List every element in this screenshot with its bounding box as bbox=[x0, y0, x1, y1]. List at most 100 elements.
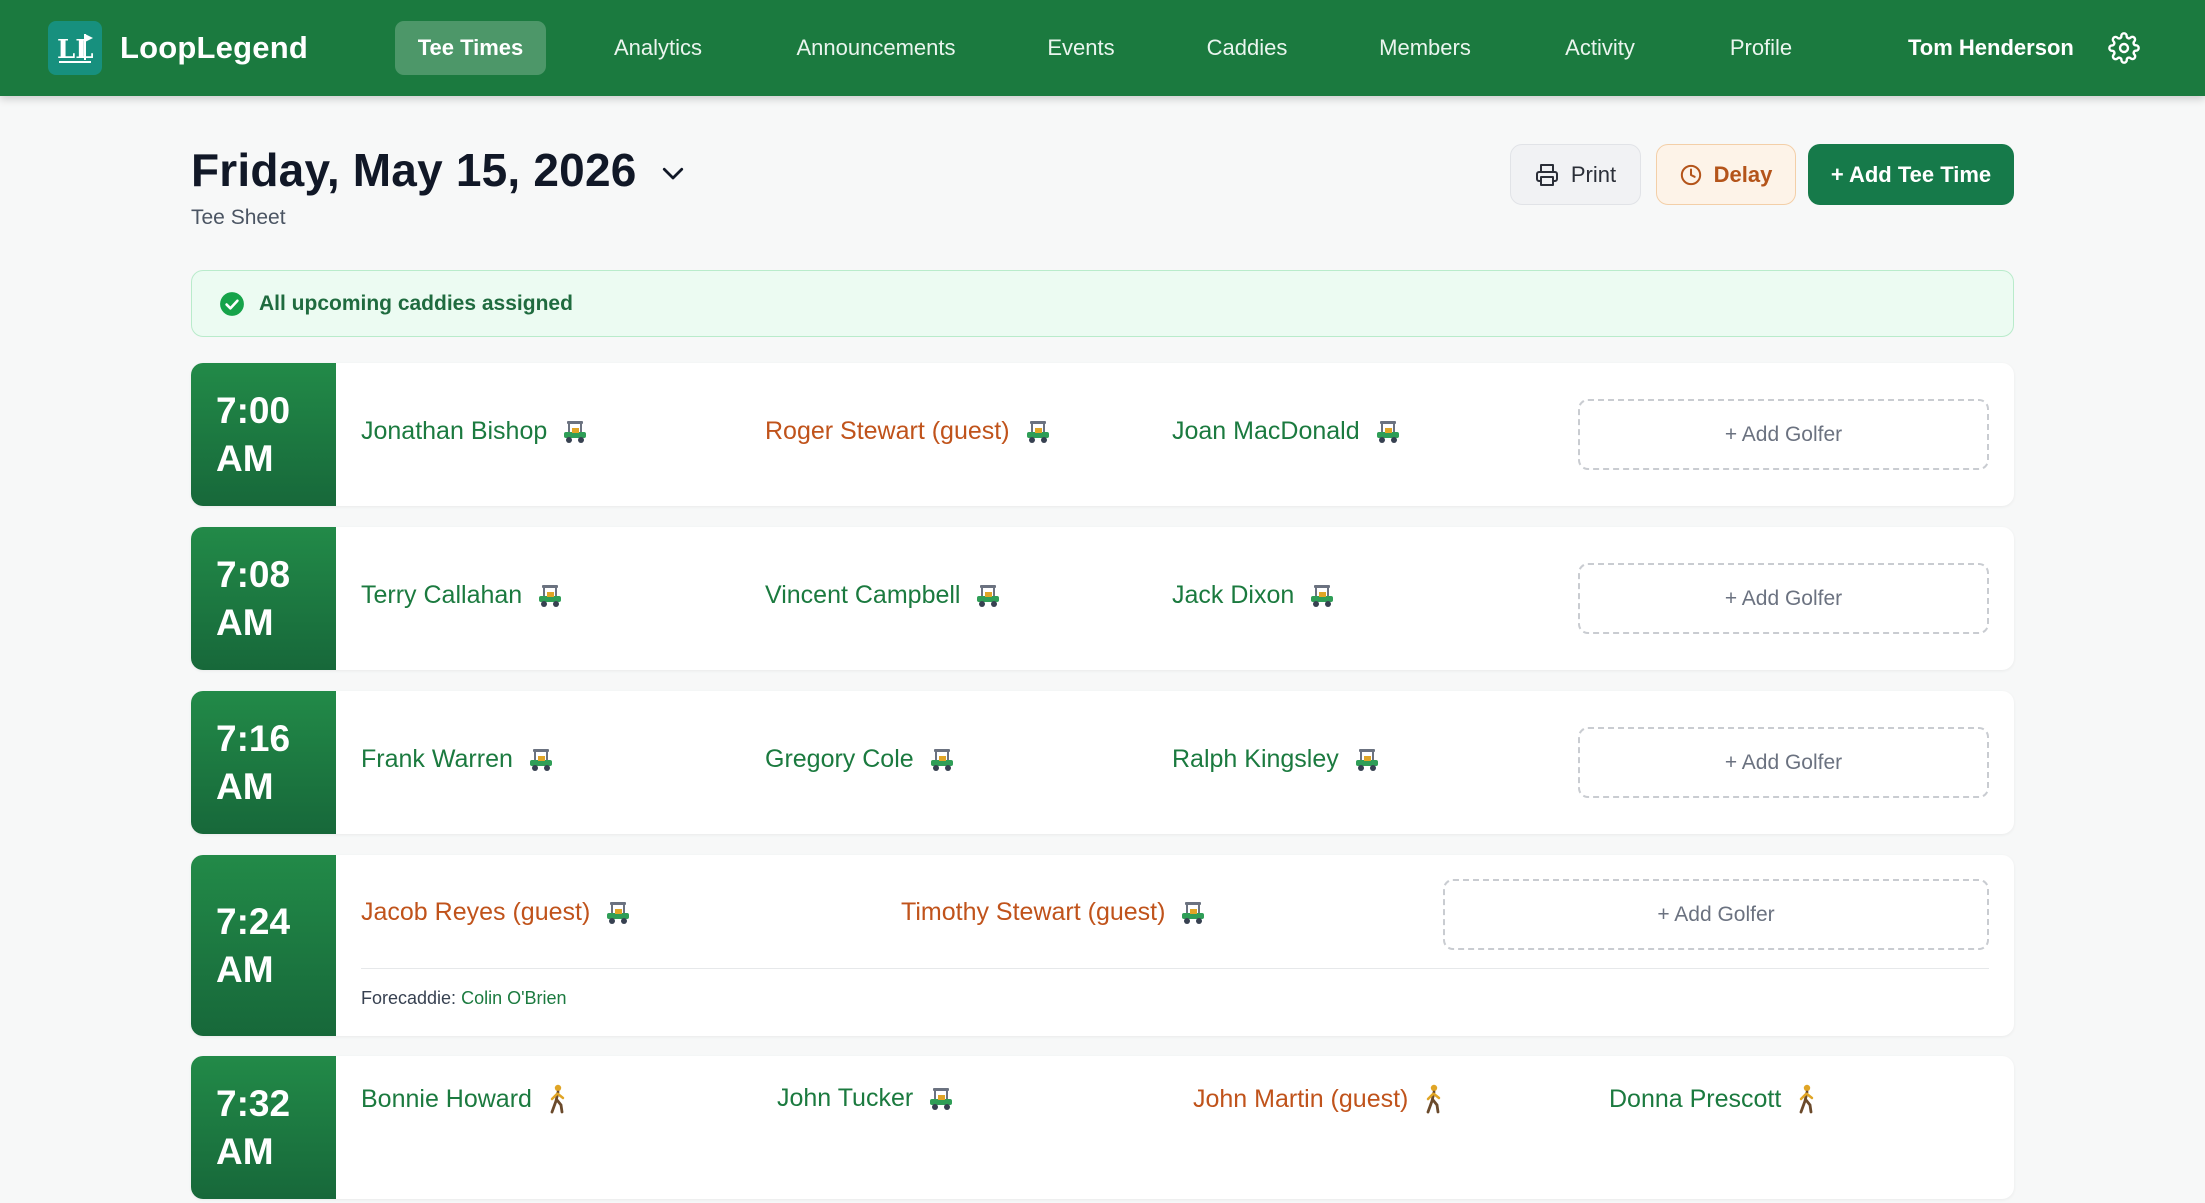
delay-label: Delay bbox=[1713, 161, 1773, 187]
banner-text: All upcoming caddies assigned bbox=[259, 291, 573, 315]
nav-profile[interactable]: Profile bbox=[1718, 21, 1804, 75]
golfer-entry[interactable]: Roger Stewart (guest) bbox=[765, 417, 1052, 446]
printer-icon bbox=[1535, 163, 1558, 186]
walking-icon bbox=[546, 1084, 570, 1114]
golfer-entry[interactable]: Frank Warren bbox=[361, 745, 555, 774]
golfer-name: Joan MacDonald bbox=[1172, 417, 1360, 445]
golfer-entry[interactable]: Timothy Stewart (guest) bbox=[901, 898, 1207, 927]
tee-time-period: AM bbox=[216, 437, 274, 479]
golf-cart-icon bbox=[1353, 746, 1381, 774]
add-tee-time-button[interactable]: + Add Tee Time bbox=[1808, 144, 2014, 205]
app-name: LoopLegend bbox=[120, 30, 308, 65]
tee-time-period: AM bbox=[216, 601, 274, 643]
golfer-entry[interactable]: Jacob Reyes (guest) bbox=[361, 898, 632, 927]
page-title: Friday, May 15, 2026 bbox=[191, 144, 637, 196]
check-circle-icon bbox=[220, 291, 244, 316]
clock-icon bbox=[1680, 164, 1701, 185]
tee-time-label: 7:24 AM bbox=[191, 855, 336, 1036]
golfer-entry[interactable]: John Martin (guest) bbox=[1193, 1084, 1446, 1114]
golfer-entry[interactable]: Gregory Cole bbox=[765, 745, 956, 774]
nav-activity[interactable]: Activity bbox=[1552, 21, 1648, 75]
golf-cart-icon bbox=[561, 418, 589, 446]
golf-cart-icon bbox=[927, 1085, 955, 1113]
golfer-name: Jack Dixon bbox=[1172, 581, 1295, 609]
golf-cart-icon bbox=[536, 582, 564, 610]
top-navbar: LL LoopLegend Tee Times Analytics Announ… bbox=[0, 0, 2205, 96]
golfer-name: Roger Stewart (guest) bbox=[765, 417, 1010, 445]
golf-cart-icon bbox=[604, 899, 632, 927]
golfer-name: Timothy Stewart (guest) bbox=[901, 898, 1166, 926]
golfer-name: Frank Warren bbox=[361, 745, 513, 773]
add-golfer-button[interactable]: + Add Golfer bbox=[1443, 879, 1989, 950]
app-logo[interactable]: LL LoopLegend bbox=[48, 21, 308, 75]
nav-tee-times[interactable]: Tee Times bbox=[395, 21, 546, 75]
forecaddie-info: Forecaddie: Colin O'Brien bbox=[361, 988, 567, 1009]
golfer-entry[interactable]: Terry Callahan bbox=[361, 581, 564, 610]
logo-flag-icon: LL bbox=[48, 21, 102, 75]
golfer-entry[interactable]: John Tucker bbox=[777, 1084, 955, 1113]
walking-icon bbox=[1422, 1084, 1446, 1114]
golfer-entry[interactable]: Vincent Campbell bbox=[765, 581, 1002, 610]
add-golfer-button[interactable]: + Add Golfer bbox=[1578, 399, 1989, 470]
forecaddie-label: Forecaddie: bbox=[361, 988, 457, 1008]
tee-time-row: 7:16 AM Frank Warren Gregory Cole Ralph … bbox=[191, 691, 2014, 834]
nav-caddies[interactable]: Caddies bbox=[1194, 21, 1300, 75]
delay-button[interactable]: Delay bbox=[1656, 144, 1796, 205]
tee-time-hour: 7:24 bbox=[216, 900, 291, 942]
forecaddie-name[interactable]: Colin O'Brien bbox=[461, 988, 566, 1008]
golfer-entry[interactable]: Joan MacDonald bbox=[1172, 417, 1402, 446]
tee-time-label: 7:32 AM bbox=[191, 1056, 336, 1199]
golf-cart-icon bbox=[1024, 418, 1052, 446]
add-golfer-button[interactable]: + Add Golfer bbox=[1578, 727, 1989, 798]
tee-time-period: AM bbox=[216, 765, 274, 807]
golf-cart-icon bbox=[1374, 418, 1402, 446]
tee-time-hour: 7:16 bbox=[216, 717, 291, 759]
golf-cart-icon bbox=[1308, 582, 1336, 610]
tee-time-row: 7:24 AM Jacob Reyes (guest) Timothy Stew… bbox=[191, 855, 2014, 1036]
walking-icon bbox=[1795, 1084, 1819, 1114]
golfer-name: John Martin (guest) bbox=[1193, 1084, 1409, 1113]
golfer-name: Gregory Cole bbox=[765, 745, 914, 773]
golfer-entry[interactable]: Donna Prescott bbox=[1609, 1084, 1819, 1114]
tee-time-hour: 7:32 bbox=[216, 1082, 291, 1124]
golfer-entry[interactable]: Ralph Kingsley bbox=[1172, 745, 1381, 774]
golfer-name: John Tucker bbox=[777, 1084, 914, 1112]
golfer-entry[interactable]: Jonathan Bishop bbox=[361, 417, 589, 446]
chevron-down-icon[interactable] bbox=[658, 158, 688, 188]
golfer-name: Bonnie Howard bbox=[361, 1084, 532, 1113]
tee-time-row: 7:08 AM Terry Callahan Vincent Campbell … bbox=[191, 527, 2014, 670]
golfer-name: Donna Prescott bbox=[1609, 1084, 1782, 1113]
nav-events[interactable]: Events bbox=[1036, 21, 1126, 75]
status-banner: All upcoming caddies assigned bbox=[191, 270, 2014, 337]
tee-time-label: 7:08 AM bbox=[191, 527, 336, 670]
print-label: Print bbox=[1570, 161, 1617, 187]
row-divider bbox=[361, 968, 1989, 969]
golf-cart-icon bbox=[974, 582, 1002, 610]
tee-time-label: 7:00 AM bbox=[191, 363, 336, 506]
golf-cart-icon bbox=[928, 746, 956, 774]
tee-time-row: 7:32 AM Bonnie Howard John Tucker John M… bbox=[191, 1056, 2014, 1199]
add-golfer-button[interactable]: + Add Golfer bbox=[1578, 563, 1989, 634]
golf-cart-icon bbox=[1179, 899, 1207, 927]
tee-time-row: 7:00 AM Jonathan Bishop Roger Stewart (g… bbox=[191, 363, 2014, 506]
gear-icon[interactable] bbox=[2108, 32, 2140, 64]
nav-analytics[interactable]: Analytics bbox=[598, 21, 718, 75]
golfer-entry[interactable]: Bonnie Howard bbox=[361, 1084, 570, 1114]
nav-members[interactable]: Members bbox=[1366, 21, 1484, 75]
golfer-name: Vincent Campbell bbox=[765, 581, 961, 609]
golfer-entry[interactable]: Jack Dixon bbox=[1172, 581, 1336, 610]
tee-time-label: 7:16 AM bbox=[191, 691, 336, 834]
golf-cart-icon bbox=[527, 746, 555, 774]
tee-time-period: AM bbox=[216, 1130, 274, 1172]
tee-time-hour: 7:08 bbox=[216, 553, 291, 595]
user-name[interactable]: Tom Henderson bbox=[1908, 21, 2074, 75]
page-subtitle: Tee Sheet bbox=[191, 206, 286, 229]
nav-announcements[interactable]: Announcements bbox=[782, 21, 970, 75]
golfer-name: Terry Callahan bbox=[361, 581, 523, 609]
golfer-name: Jacob Reyes (guest) bbox=[361, 898, 591, 926]
golfer-name: Ralph Kingsley bbox=[1172, 745, 1339, 773]
golfer-name: Jonathan Bishop bbox=[361, 417, 548, 445]
print-button[interactable]: Print bbox=[1510, 144, 1641, 205]
tee-time-period: AM bbox=[216, 948, 274, 990]
tee-time-hour: 7:00 bbox=[216, 389, 291, 431]
